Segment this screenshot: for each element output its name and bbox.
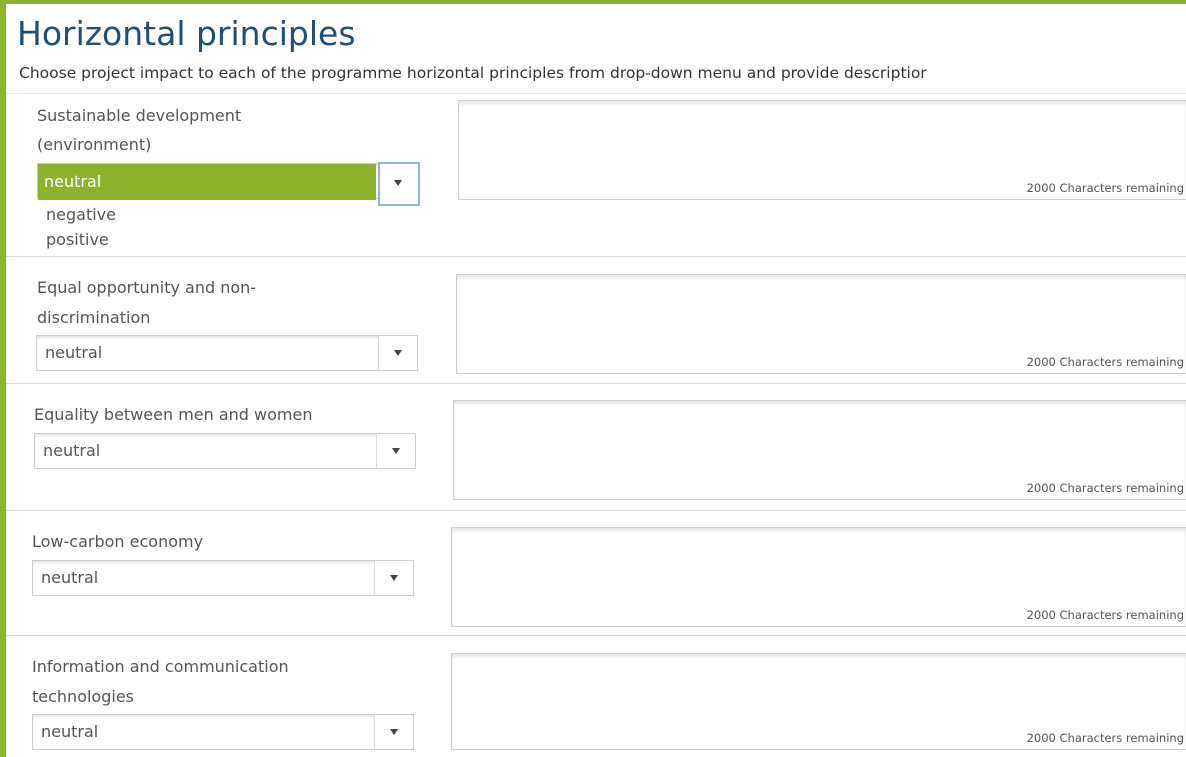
select-value: neutral: [41, 722, 99, 741]
caret-down-icon[interactable]: [394, 180, 402, 186]
caret-down-icon: [390, 729, 398, 735]
select-arrow-button[interactable]: [374, 715, 413, 749]
impact-select[interactable]: neutral: [34, 433, 416, 469]
impact-select[interactable]: neutral: [32, 714, 414, 750]
select-focus-ring: [378, 162, 420, 206]
impact-select[interactable]: neutral: [32, 560, 414, 596]
dropdown-option-neutral[interactable]: neutral: [38, 164, 376, 200]
description-textarea[interactable]: 2000 Characters remaining: [458, 100, 1186, 200]
section-title: Horizontal principles: [17, 14, 356, 53]
characters-remaining: 2000 Characters remaining: [1026, 481, 1184, 495]
select-value: neutral: [41, 568, 99, 587]
dropdown-option-positive[interactable]: positive: [46, 227, 109, 252]
principle-label: (environment): [37, 135, 152, 154]
principle-label: technologies: [32, 687, 134, 706]
horizontal-principles-panel: Horizontal principles Choose project imp…: [0, 0, 1186, 757]
description-textarea[interactable]: 2000 Characters remaining: [451, 653, 1186, 750]
caret-down-icon: [392, 448, 400, 454]
select-arrow-button[interactable]: [378, 336, 417, 370]
characters-remaining: 2000 Characters remaining: [1026, 355, 1184, 369]
accent-border-top: [0, 0, 1186, 4]
description-textarea[interactable]: 2000 Characters remaining: [453, 400, 1186, 500]
impact-select[interactable]: neutral: [36, 335, 418, 371]
characters-remaining: 2000 Characters remaining: [1026, 181, 1184, 195]
row-divider: [6, 256, 1186, 257]
principle-label: Information and communication: [32, 657, 289, 676]
caret-down-icon: [394, 350, 402, 356]
select-arrow-button[interactable]: [376, 434, 415, 468]
principle-label: Sustainable development: [37, 106, 242, 125]
accent-border-left: [0, 0, 6, 757]
select-arrow-button[interactable]: [374, 561, 413, 595]
row-divider: [6, 510, 1186, 511]
characters-remaining: 2000 Characters remaining: [1026, 731, 1184, 745]
row-divider: [6, 383, 1186, 384]
header-divider: [6, 93, 1186, 94]
principle-label: discrimination: [37, 308, 151, 327]
principle-label: Low-carbon economy: [32, 532, 204, 551]
select-value: neutral: [43, 441, 101, 460]
principle-label: Equal opportunity and non-: [37, 278, 257, 297]
principle-label: Equality between men and women: [34, 405, 313, 424]
characters-remaining: 2000 Characters remaining: [1026, 608, 1184, 622]
select-value: neutral: [45, 343, 103, 362]
row-divider: [6, 635, 1186, 636]
section-instructions: Choose project impact to each of the pro…: [19, 64, 927, 82]
caret-down-icon: [390, 575, 398, 581]
description-textarea[interactable]: 2000 Characters remaining: [456, 274, 1186, 374]
description-textarea[interactable]: 2000 Characters remaining: [451, 527, 1186, 627]
dropdown-option-negative[interactable]: negative: [46, 202, 116, 227]
